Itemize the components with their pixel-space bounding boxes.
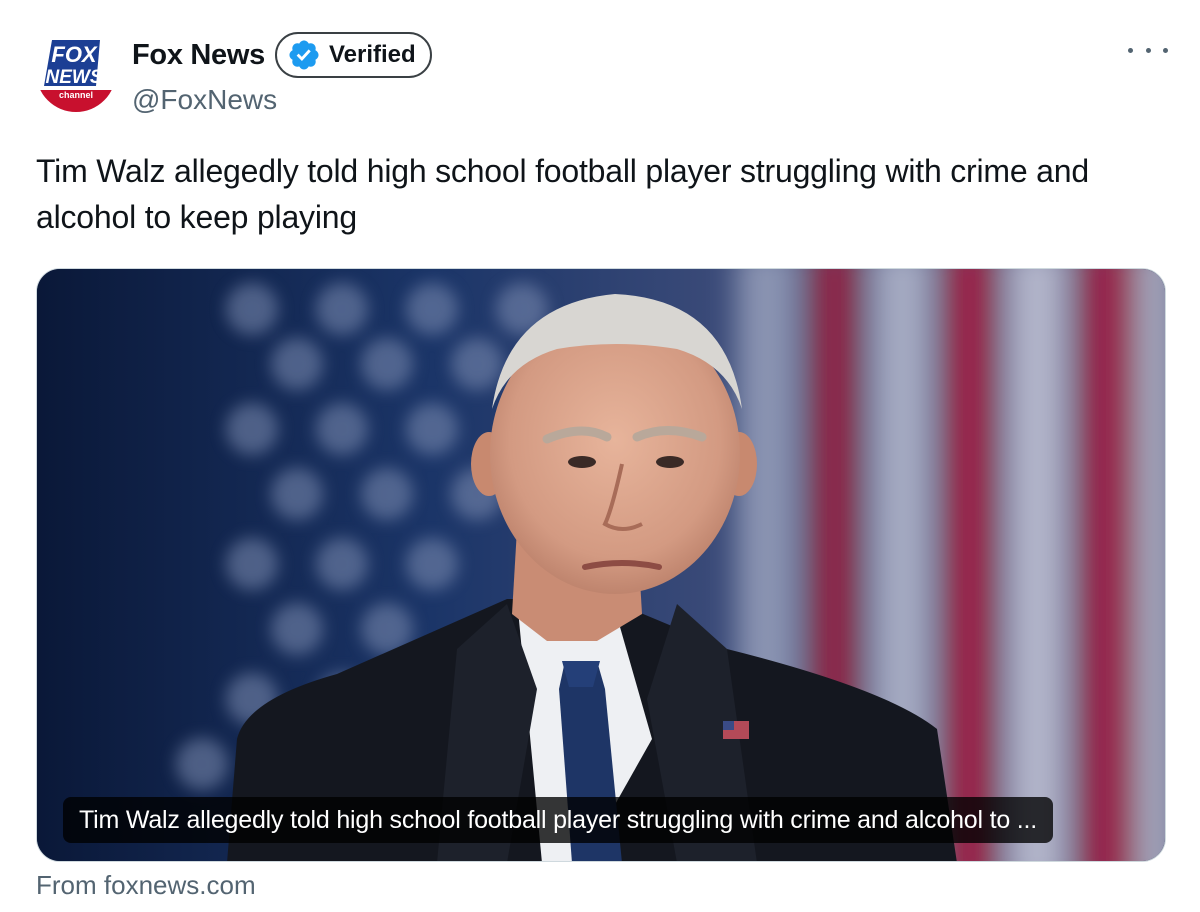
tweet: FOX NEWS channel Fox News Verified @FoxN…	[0, 0, 1200, 912]
display-name[interactable]: Fox News	[132, 39, 265, 72]
logo-text-line2: NEWS	[46, 67, 103, 88]
handle[interactable]: @FoxNews	[132, 84, 277, 116]
avatar[interactable]: FOX NEWS channel	[36, 32, 116, 112]
card-caption: Tim Walz allegedly told high school foot…	[63, 797, 1054, 843]
more-horizontal-icon[interactable]	[1128, 38, 1168, 62]
verified-label: Verified	[328, 41, 416, 68]
fox-news-logo: FOX NEWS channel	[36, 32, 116, 112]
name-row: Fox News Verified	[132, 30, 432, 80]
logo-text-line3: channel	[59, 90, 93, 100]
verified-badge-icon	[289, 40, 319, 70]
link-card[interactable]: Tim Walz allegedly told high school foot…	[36, 268, 1166, 862]
article-photo	[37, 269, 1165, 861]
tweet-text: Tim Walz allegedly told high school foot…	[36, 153, 1089, 235]
logo-text-line1: FOX	[51, 42, 98, 67]
card-source[interactable]: From foxnews.com	[36, 870, 256, 901]
verified-pill[interactable]: Verified	[274, 32, 432, 78]
